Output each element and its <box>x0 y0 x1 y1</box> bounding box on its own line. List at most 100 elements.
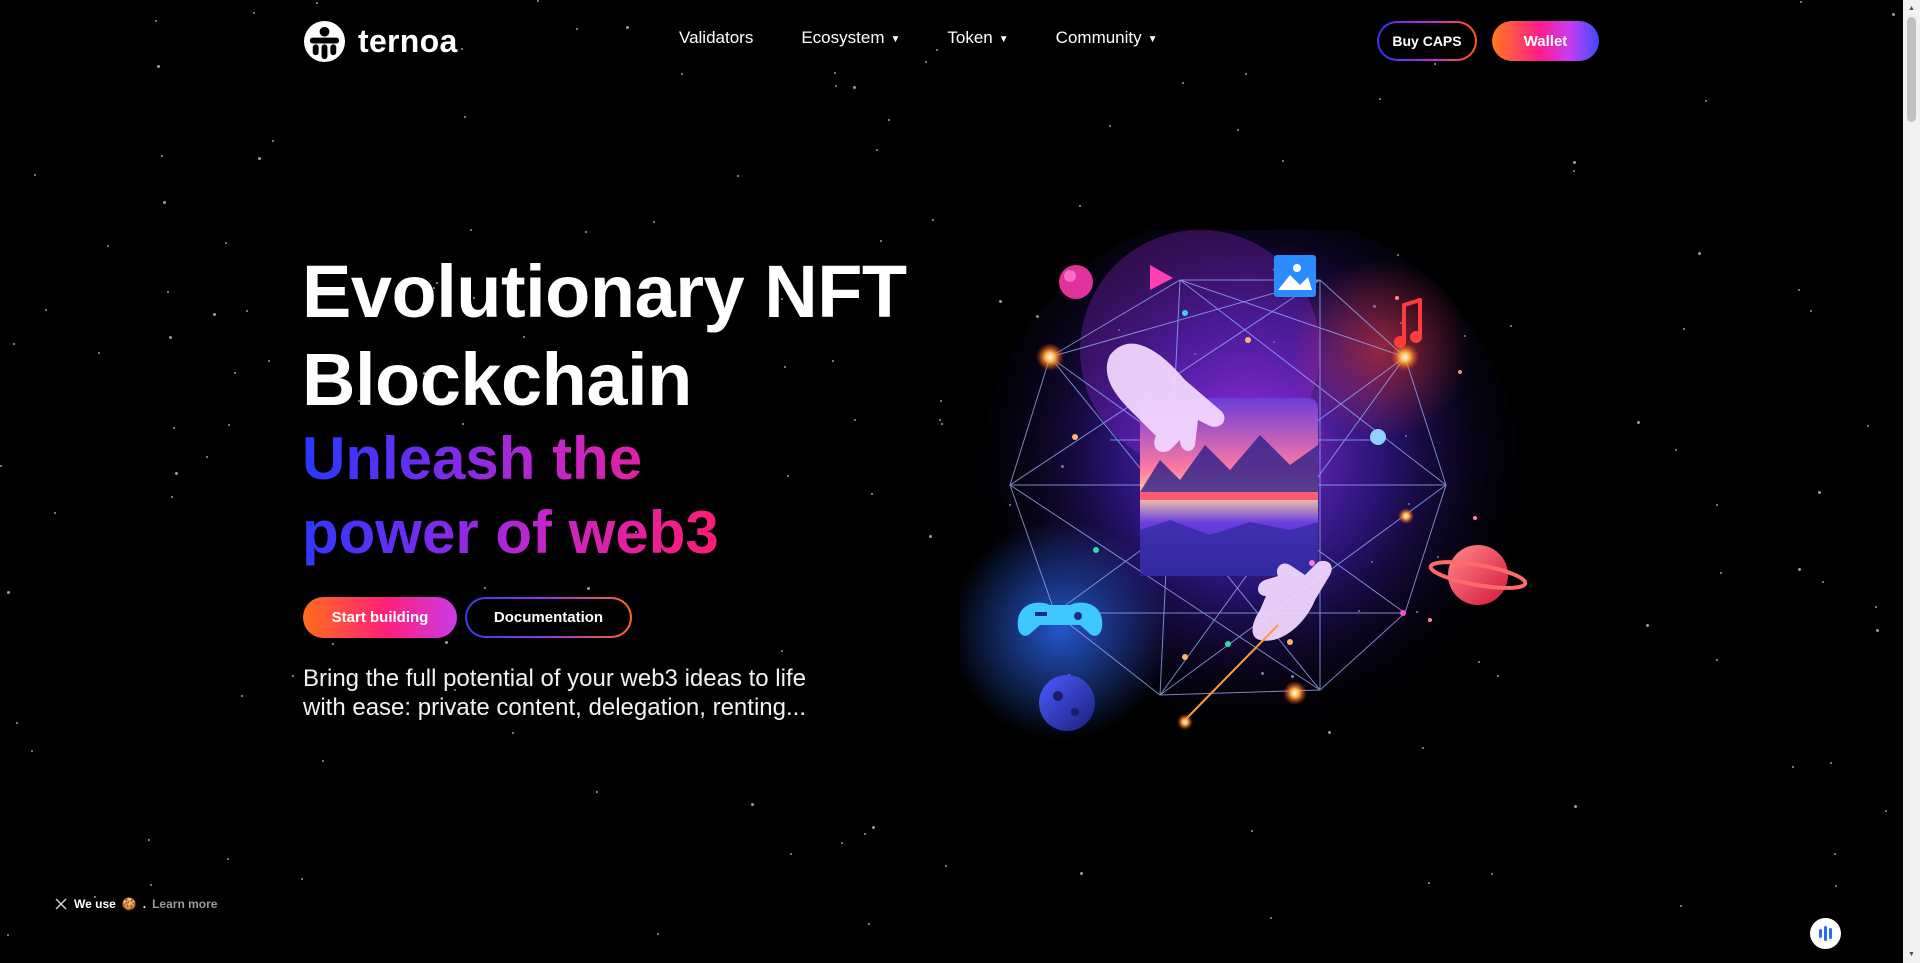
caret-down-icon: ▼ <box>1147 33 1158 45</box>
hero-title-line: Evolutionary NFT <box>302 250 907 333</box>
nft-network-illustration <box>960 230 1528 750</box>
nav-item-label: Community <box>1055 28 1142 47</box>
site-header: ternoa Validators Ecosystem ▼ Token ▼ Co… <box>0 0 1903 82</box>
cookie-text: We use <box>74 897 116 911</box>
wallet-button[interactable]: Wallet <box>1492 21 1599 61</box>
star <box>871 493 873 495</box>
star <box>940 400 942 402</box>
nav-item-label: Ecosystem <box>801 28 885 47</box>
star <box>1822 581 1824 583</box>
star <box>1867 425 1869 427</box>
main-nav: Validators Ecosystem ▼ Token ▼ Community… <box>679 28 1158 48</box>
nav-item-token[interactable]: Token ▼ <box>947 28 1008 48</box>
star <box>148 839 150 841</box>
star <box>227 858 229 860</box>
cookie-notice: We use 🍪 . Learn more <box>54 897 217 911</box>
star <box>872 826 875 829</box>
nav-item-validators[interactable]: Validators <box>679 28 753 48</box>
star <box>1573 170 1575 172</box>
page-scrollbar[interactable]: ▲ ▼ <box>1903 0 1920 963</box>
star <box>1716 659 1718 661</box>
star <box>16 722 18 724</box>
assistant-icon-bar <box>1829 928 1832 939</box>
star <box>301 878 303 880</box>
hero-subtitle-line: Unleash the <box>302 425 643 492</box>
nav-item-label: Token <box>947 28 993 47</box>
brand-name: ternoa <box>358 23 458 59</box>
star <box>258 157 261 160</box>
hero-description: Bring the full potential of your web3 id… <box>303 664 863 722</box>
scrollbar-thumb[interactable] <box>1907 17 1916 122</box>
star <box>932 219 934 221</box>
starfield-background <box>0 0 1903 963</box>
buy-caps-button[interactable]: Buy CAPS <box>1377 21 1477 61</box>
caret-down-icon: ▼ <box>890 33 901 45</box>
close-icon[interactable] <box>54 897 68 911</box>
star <box>596 791 598 793</box>
star <box>1698 252 1701 255</box>
star <box>464 116 466 118</box>
star <box>653 221 655 223</box>
star <box>107 245 109 247</box>
start-building-button[interactable]: Start building <box>303 597 457 638</box>
star <box>1818 491 1821 494</box>
learn-more-link[interactable]: Learn more <box>152 897 217 911</box>
star <box>781 650 783 652</box>
star <box>234 372 236 374</box>
scroll-down-arrow-icon[interactable]: ▼ <box>1903 946 1920 963</box>
star <box>1079 205 1081 207</box>
star <box>292 675 294 677</box>
star <box>272 140 274 142</box>
star <box>169 336 172 339</box>
star <box>512 732 514 734</box>
star <box>213 313 216 316</box>
star <box>929 535 932 538</box>
hero-description-line: with ease: private content, delegation, … <box>303 694 806 721</box>
star <box>1798 289 1800 291</box>
star <box>34 174 36 176</box>
star <box>470 229 472 231</box>
star <box>1810 310 1812 312</box>
caret-down-icon: ▼ <box>998 33 1009 45</box>
nav-item-label: Validators <box>679 28 754 47</box>
star <box>150 884 152 886</box>
scroll-up-arrow-icon[interactable]: ▲ <box>1903 0 1920 17</box>
logo[interactable]: ternoa <box>303 20 458 63</box>
star <box>1683 328 1685 330</box>
star <box>751 803 754 806</box>
star <box>1875 606 1877 608</box>
documentation-label: Documentation <box>467 599 630 636</box>
star <box>585 231 587 233</box>
star <box>228 424 230 426</box>
nav-item-community[interactable]: Community ▼ <box>1056 28 1158 48</box>
star <box>1109 125 1111 127</box>
star <box>1885 810 1887 812</box>
star <box>1574 805 1577 808</box>
star <box>868 923 870 925</box>
star <box>332 643 334 645</box>
nav-item-ecosystem[interactable]: Ecosystem ▼ <box>801 28 900 48</box>
star <box>1428 882 1430 884</box>
star <box>206 456 208 458</box>
star <box>13 343 15 345</box>
star <box>1251 830 1253 832</box>
star <box>1270 917 1272 919</box>
hero-subtitle-line: power of web3 <box>302 499 719 566</box>
star <box>1237 129 1239 131</box>
star <box>1876 629 1879 632</box>
star <box>941 423 943 425</box>
star <box>163 201 166 204</box>
star <box>1720 572 1722 574</box>
star <box>322 760 324 762</box>
star <box>1834 853 1836 855</box>
star <box>1680 905 1682 907</box>
star <box>225 242 227 244</box>
assistant-button[interactable] <box>1810 918 1841 949</box>
documentation-button[interactable]: Documentation <box>465 597 632 638</box>
star <box>171 496 173 498</box>
star <box>864 833 866 835</box>
star <box>173 427 175 429</box>
star <box>161 155 163 157</box>
star <box>853 86 856 89</box>
star <box>841 842 843 844</box>
